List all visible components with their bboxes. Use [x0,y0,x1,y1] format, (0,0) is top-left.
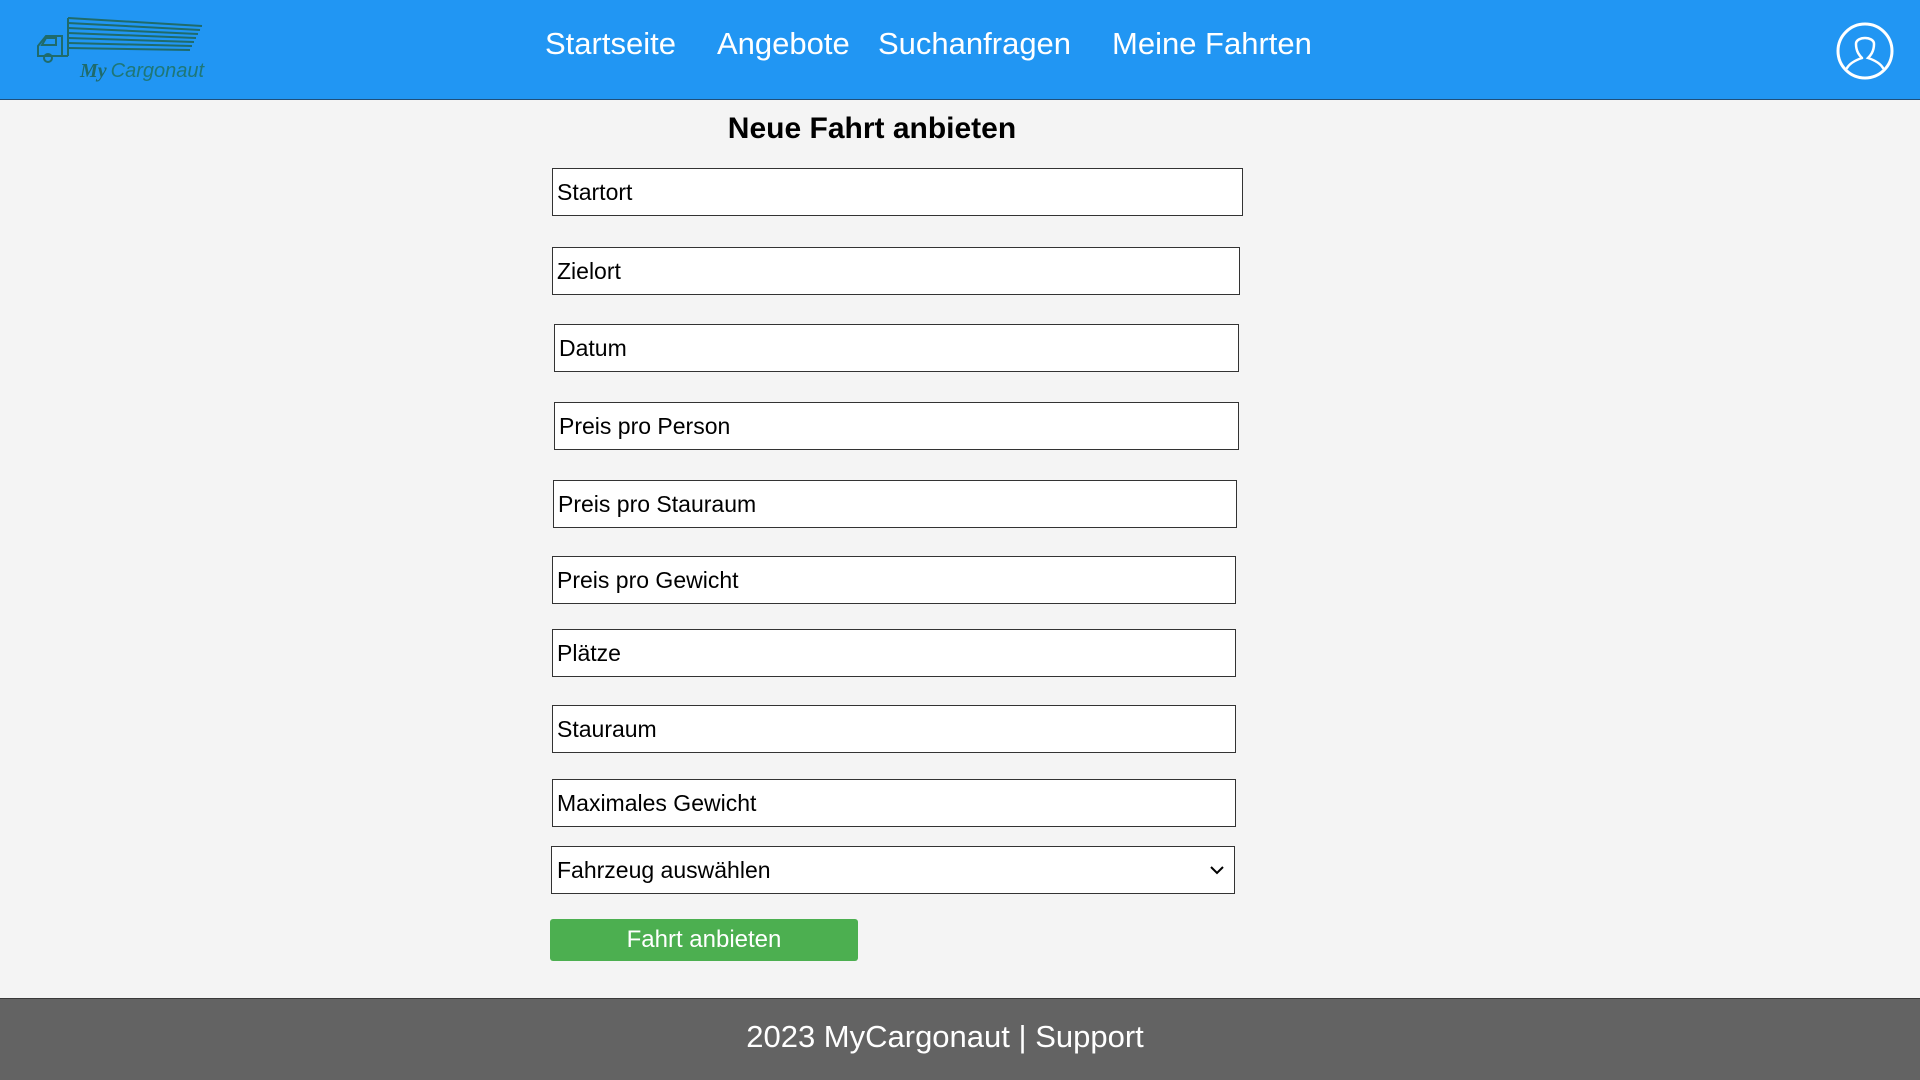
logo-brand: Cargonaut [110,60,205,82]
preis-pro-gewicht-input[interactable] [552,556,1236,604]
nav-suchanfragen[interactable]: Suchanfragen [878,26,1071,62]
stauraum-input[interactable] [552,705,1236,753]
user-profile-icon [1836,22,1894,80]
logo[interactable]: My Cargonaut [32,12,212,88]
navbar: My Cargonaut Startseite Angebote Suchanfr… [0,0,1920,100]
plaetze-input[interactable] [552,629,1236,677]
chevron-down-icon [1210,866,1224,875]
footer-copyright: 2023 MyCargonaut [746,1019,1010,1054]
maximales-gewicht-input[interactable] [552,779,1236,827]
footer-support-link[interactable]: Support [1035,1019,1144,1054]
footer-text: 2023 MyCargonaut | Support [0,1019,1890,1055]
zielort-input[interactable] [552,247,1240,295]
startort-input[interactable] [552,168,1243,216]
fahrt-anbieten-button[interactable]: Fahrt anbieten [550,919,858,961]
preis-pro-stauraum-input[interactable] [553,480,1237,528]
nav-startseite[interactable]: Startseite [545,26,676,62]
profile-button[interactable] [1836,22,1894,80]
footer-separator: | [1018,1019,1027,1054]
page-title: Neue Fahrt anbieten [727,112,1017,145]
datum-input[interactable] [554,324,1239,372]
nav-angebote[interactable]: Angebote [717,26,850,62]
logo-text: My Cargonaut [80,60,204,83]
logo-prefix: My [80,60,107,82]
footer: 2023 MyCargonaut | Support [0,998,1920,1080]
nav-meine-fahrten[interactable]: Meine Fahrten [1112,26,1312,62]
fahrzeug-select-value: Fahrzeug auswählen [557,857,771,883]
preis-pro-person-input[interactable] [554,402,1239,450]
fahrzeug-select[interactable]: Fahrzeug auswählen [551,846,1235,894]
